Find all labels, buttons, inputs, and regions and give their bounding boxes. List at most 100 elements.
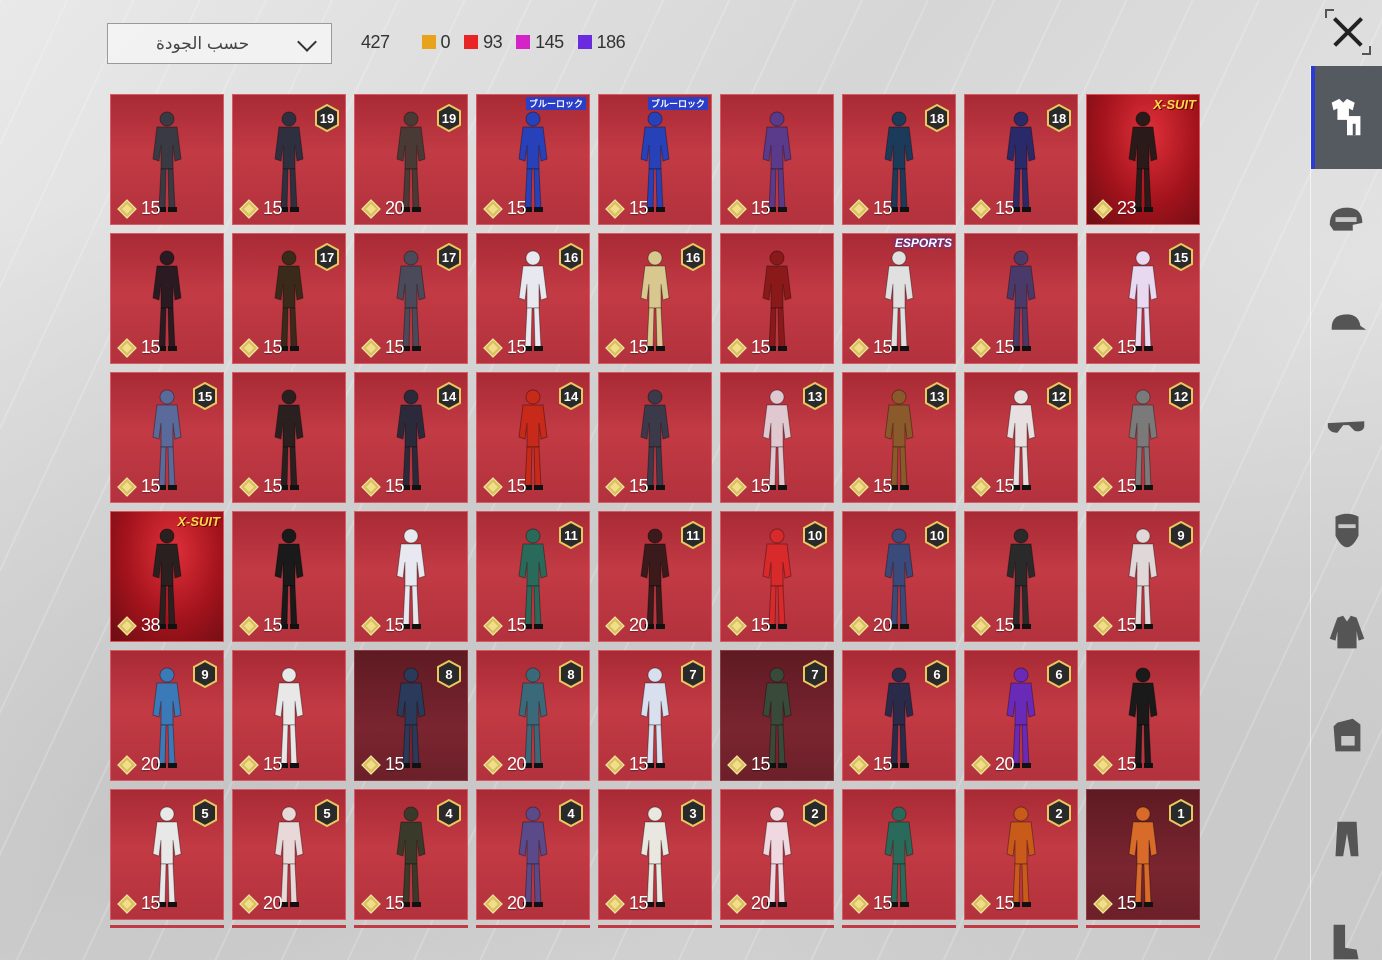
outfit-card[interactable]: X-SUIT 38: [110, 511, 224, 642]
sidebar-tab-jacket[interactable]: [1311, 581, 1382, 684]
outfit-card[interactable]: 15: [232, 511, 346, 642]
outfit-card[interactable]: 2 20: [720, 789, 834, 920]
outfit-card[interactable]: 15: [232, 372, 346, 503]
outfit-card[interactable]: 7 15: [720, 650, 834, 781]
outfit-card[interactable]: 15: [1086, 650, 1200, 781]
count-epic: 186: [577, 32, 626, 53]
material-coin-icon: [1093, 754, 1113, 775]
material-coin-icon: [849, 754, 869, 775]
sidebar-tab-backpack[interactable]: [1311, 684, 1382, 787]
outfit-card[interactable]: 18 15: [842, 94, 956, 225]
level-badge: 6: [1046, 660, 1072, 688]
level-badge: 16: [558, 243, 584, 271]
outfit-card[interactable]: 18 15: [964, 94, 1078, 225]
outfit-card[interactable]: 8 20: [476, 650, 590, 781]
upgrade-cost: 15: [1093, 615, 1137, 636]
outfit-card[interactable]: 14 15: [476, 372, 590, 503]
outfit-card[interactable]: 15: [720, 94, 834, 225]
outfit-card[interactable]: 15: [110, 94, 224, 225]
outfit-card[interactable]: 11 15: [476, 511, 590, 642]
upgrade-cost: 15: [727, 615, 771, 636]
outfit-card[interactable]: 15: [964, 511, 1078, 642]
outfit-card[interactable]: 15: [110, 233, 224, 364]
outfit-card[interactable]: 15: [964, 233, 1078, 364]
outfit-card[interactable]: 4 15: [354, 789, 468, 920]
upgrade-cost: 15: [849, 337, 893, 358]
count-legendary: 0: [421, 32, 451, 53]
close-button[interactable]: [1325, 9, 1371, 55]
material-coin-icon: [1093, 198, 1113, 219]
outfit-card[interactable]: 10 20: [842, 511, 956, 642]
outfit-card[interactable]: 2 15: [964, 789, 1078, 920]
cap-icon: [1331, 313, 1366, 330]
outfit-card[interactable]: 19 15: [232, 94, 346, 225]
outfit-card[interactable]: 13 15: [842, 372, 956, 503]
outfit-card[interactable]: 12 15: [1086, 372, 1200, 503]
outfit-card[interactable]: 13 15: [720, 372, 834, 503]
outfit-card[interactable]: 15: [354, 511, 468, 642]
sidebar-tab-cap[interactable]: [1311, 272, 1382, 375]
outfit-card[interactable]: ブルーロック 15: [598, 94, 712, 225]
upgrade-cost: 15: [117, 198, 161, 219]
material-coin-icon: [605, 754, 625, 775]
outfit-card[interactable]: 17 15: [232, 233, 346, 364]
outfit-card[interactable]: 10 15: [720, 511, 834, 642]
upgrade-cost: 20: [849, 615, 893, 636]
outfit-card[interactable]: 16 15: [476, 233, 590, 364]
sidebar-tab-helmet[interactable]: [1311, 169, 1382, 272]
material-coin-icon: [483, 337, 503, 358]
outfit-card[interactable]: 6 15: [842, 650, 956, 781]
sidebar-tab-outfit[interactable]: [1311, 66, 1382, 169]
upgrade-cost: 15: [239, 476, 283, 497]
upgrade-cost: 15: [849, 198, 893, 219]
level-badge: 9: [192, 660, 218, 688]
upgrade-cost: 15: [239, 615, 283, 636]
material-coin-icon: [117, 476, 137, 497]
collab-tag: X-SUIT: [177, 514, 220, 529]
upgrade-cost: 15: [605, 198, 649, 219]
sort-quality-dropdown[interactable]: حسب الجودة: [107, 23, 332, 64]
outfit-card[interactable]: 6 20: [964, 650, 1078, 781]
outfit-icon: [1331, 98, 1360, 135]
outfit-card[interactable]: 16 15: [598, 233, 712, 364]
outfit-card[interactable]: 4 20: [476, 789, 590, 920]
sidebar-tab-glasses[interactable]: [1311, 375, 1382, 478]
level-badge: 14: [558, 382, 584, 410]
outfit-card[interactable]: 14 15: [354, 372, 468, 503]
outfit-card[interactable]: 5 15: [110, 789, 224, 920]
outfit-card[interactable]: 3 15: [598, 789, 712, 920]
outfit-card[interactable]: 1 15: [1086, 789, 1200, 920]
outfit-card[interactable]: ESPORTS 15: [842, 233, 956, 364]
material-coin-icon: [117, 615, 137, 636]
outfit-card[interactable]: 17 15: [354, 233, 468, 364]
outfit-card[interactable]: 9 15: [1086, 511, 1200, 642]
outfit-card[interactable]: 15: [842, 789, 956, 920]
material-coin-icon: [1093, 337, 1113, 358]
outfit-card[interactable]: 7 15: [598, 650, 712, 781]
outfit-card[interactable]: 11 20: [598, 511, 712, 642]
material-coin-icon: [1093, 476, 1113, 497]
outfit-card[interactable]: 19 20: [354, 94, 468, 225]
outfit-card[interactable]: 15 15: [1086, 233, 1200, 364]
outfit-card[interactable]: ブルーロック 15: [476, 94, 590, 225]
upgrade-cost: 20: [971, 754, 1015, 775]
sidebar-tab-pants[interactable]: [1311, 787, 1382, 890]
count-legend: 145: [516, 32, 564, 53]
outfit-card[interactable]: 8 15: [354, 650, 468, 781]
outfit-card[interactable]: 15: [232, 650, 346, 781]
sidebar-tab-boots[interactable]: [1311, 890, 1382, 960]
outfit-card[interactable]: 15: [598, 372, 712, 503]
outfit-card[interactable]: 15 15: [110, 372, 224, 503]
material-coin-icon: [361, 198, 381, 219]
outfit-card[interactable]: X-SUIT 23: [1086, 94, 1200, 225]
upgrade-cost: 15: [849, 893, 893, 914]
outfit-card[interactable]: 9 20: [110, 650, 224, 781]
level-badge: 13: [924, 382, 950, 410]
collab-tag: X-SUIT: [1153, 97, 1196, 112]
pants-icon: [1335, 821, 1358, 856]
outfit-card[interactable]: 15: [720, 233, 834, 364]
outfit-card[interactable]: 5 20: [232, 789, 346, 920]
sidebar-tab-mask[interactable]: [1311, 478, 1382, 581]
material-coin-icon: [727, 754, 747, 775]
outfit-card[interactable]: 12 15: [964, 372, 1078, 503]
